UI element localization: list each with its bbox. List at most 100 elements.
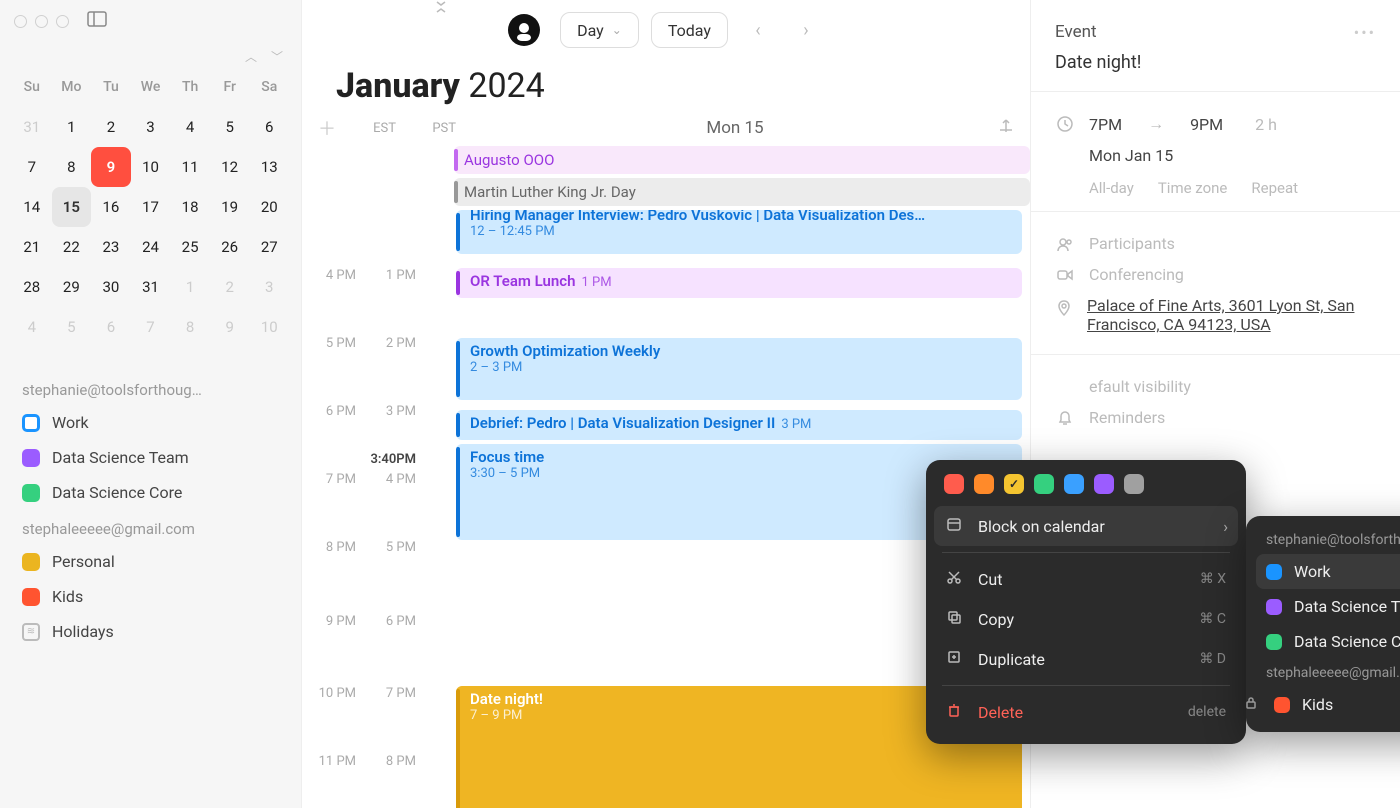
menu-item-cut[interactable]: Cut⌘ X: [934, 559, 1238, 599]
quick-option[interactable]: Time zone: [1158, 179, 1228, 197]
event-date-row[interactable]: Mon Jan 15: [1031, 140, 1400, 171]
minical-day[interactable]: 17: [131, 187, 171, 227]
calendar-event[interactable]: Hiring Manager Interview: Pedro Vuskovic…: [456, 210, 1022, 254]
minical-day[interactable]: 2: [210, 267, 250, 307]
color-swatch[interactable]: [1034, 474, 1054, 494]
color-swatch[interactable]: [1004, 474, 1024, 494]
conferencing-row[interactable]: Conferencing: [1031, 259, 1400, 290]
minical-day[interactable]: 30: [91, 267, 131, 307]
time-grid[interactable]: 4 PM1 PM5 PM2 PM6 PM3 PM3:40PM7 PM4 PM8 …: [302, 210, 1030, 808]
traffic-minimize[interactable]: [35, 15, 48, 28]
sidebar-toggle-icon[interactable]: [87, 11, 107, 31]
minical-next-icon[interactable]: ﹀: [271, 48, 283, 65]
minical-day[interactable]: 4: [170, 107, 210, 147]
calendar-item[interactable]: Kids: [6, 579, 295, 614]
calendar-item[interactable]: Data Science Core: [6, 475, 295, 510]
minical-day[interactable]: 3: [249, 267, 289, 307]
next-day-button[interactable]: ›: [788, 12, 824, 48]
minical-day[interactable]: 8: [170, 307, 210, 347]
minical-day[interactable]: 27: [249, 227, 289, 267]
prev-day-button[interactable]: ‹: [740, 12, 776, 48]
submenu-calendar-item[interactable]: Work: [1256, 554, 1400, 589]
calendar-item[interactable]: Work: [6, 405, 295, 440]
minical-day[interactable]: 28: [12, 267, 52, 307]
minical-day[interactable]: 20: [249, 187, 289, 227]
minical-day[interactable]: 22: [52, 227, 92, 267]
minical-day[interactable]: 4: [12, 307, 52, 347]
submenu-calendar-item[interactable]: Kids: [1256, 687, 1400, 722]
minical-day[interactable]: 18: [170, 187, 210, 227]
traffic-close[interactable]: [14, 15, 27, 28]
color-swatch[interactable]: [974, 474, 994, 494]
minical-day[interactable]: 12: [210, 147, 250, 187]
menu-item-duplicate[interactable]: Duplicate⌘ D: [934, 639, 1238, 679]
visibility-row[interactable]: efault visibility: [1031, 371, 1400, 402]
quick-option[interactable]: All-day: [1089, 179, 1134, 197]
minical-day[interactable]: 7: [12, 147, 52, 187]
event-time-row[interactable]: 7PM → 9PM 2 h: [1031, 108, 1400, 140]
minical-day[interactable]: 9: [91, 147, 131, 187]
color-swatch[interactable]: [1094, 474, 1114, 494]
minical-day[interactable]: 9: [210, 307, 250, 347]
timezone-2[interactable]: PST: [396, 121, 456, 136]
reminders-row[interactable]: Reminders: [1031, 402, 1400, 433]
allday-event[interactable]: Martin Luther King Jr. Day: [454, 178, 1030, 206]
menu-item-block-on-calendar[interactable]: Block on calendar›: [934, 506, 1238, 546]
calendar-event[interactable]: Debrief: Pedro | Data Visualization Desi…: [456, 410, 1022, 440]
minical-day[interactable]: 21: [12, 227, 52, 267]
minical-day[interactable]: 15: [52, 187, 92, 227]
minical-day[interactable]: 14: [12, 187, 52, 227]
calendar-item[interactable]: Data Science Team: [6, 440, 295, 475]
minical-day[interactable]: 16: [91, 187, 131, 227]
quick-option[interactable]: Repeat: [1251, 179, 1298, 197]
color-swatch[interactable]: [944, 474, 964, 494]
minical-day[interactable]: 5: [52, 307, 92, 347]
view-selector[interactable]: Day ⌄: [560, 12, 639, 48]
minical-day[interactable]: 5: [210, 107, 250, 147]
minical-day[interactable]: 24: [131, 227, 171, 267]
allday-collapse-icon[interactable]: [434, 0, 448, 17]
calendar-item[interactable]: ≋Holidays: [6, 614, 295, 649]
color-swatch[interactable]: [1124, 474, 1144, 494]
menu-item-copy[interactable]: Copy⌘ C: [934, 599, 1238, 639]
minical-day[interactable]: 31: [12, 107, 52, 147]
avatar[interactable]: [508, 14, 540, 46]
event-title[interactable]: Date night!: [1031, 52, 1400, 91]
allday-event[interactable]: Augusto OOO: [454, 146, 1030, 174]
minical-day[interactable]: 6: [91, 307, 131, 347]
minical-day[interactable]: 6: [249, 107, 289, 147]
minical-day[interactable]: 2: [91, 107, 131, 147]
details-more-icon[interactable]: •••: [1354, 23, 1376, 42]
minical-day[interactable]: 23: [91, 227, 131, 267]
minical-day[interactable]: 1: [52, 107, 92, 147]
menu-item-delete[interactable]: Deletedelete: [934, 692, 1238, 732]
minical-day[interactable]: 3: [131, 107, 171, 147]
color-swatch[interactable]: [1064, 474, 1084, 494]
timezone-adjust-icon[interactable]: [998, 118, 1014, 138]
timezone-1[interactable]: EST: [336, 121, 396, 136]
submenu-calendar-item[interactable]: Data Science Team: [1256, 589, 1400, 624]
location-row[interactable]: Palace of Fine Arts, 3601 Lyon St, San F…: [1031, 290, 1400, 340]
add-event-button[interactable]: ＋: [318, 115, 336, 141]
minical-prev-icon[interactable]: ︿: [245, 48, 257, 65]
minical-day[interactable]: 25: [170, 227, 210, 267]
minical-day[interactable]: 10: [249, 307, 289, 347]
minical-day[interactable]: 29: [52, 267, 92, 307]
minical-day[interactable]: 11: [170, 147, 210, 187]
minical-day[interactable]: 26: [210, 227, 250, 267]
traffic-zoom[interactable]: [56, 15, 69, 28]
account-header[interactable]: stephanie@toolsforthoug…: [6, 371, 295, 405]
account-header[interactable]: stephaleeeee@gmail.com: [6, 510, 295, 544]
minical-day[interactable]: 7: [131, 307, 171, 347]
minical-day[interactable]: 1: [170, 267, 210, 307]
participants-row[interactable]: Participants: [1031, 228, 1400, 259]
minical-day[interactable]: 13: [249, 147, 289, 187]
calendar-event[interactable]: Growth Optimization Weekly2 – 3 PM: [456, 338, 1022, 400]
minical-day[interactable]: 31: [131, 267, 171, 307]
minical-day[interactable]: 10: [131, 147, 171, 187]
today-button[interactable]: Today: [651, 12, 728, 48]
submenu-calendar-item[interactable]: Data Science Core: [1256, 624, 1400, 659]
minical-day[interactable]: 19: [210, 187, 250, 227]
minical-day[interactable]: 8: [52, 147, 92, 187]
calendar-item[interactable]: Personal: [6, 544, 295, 579]
